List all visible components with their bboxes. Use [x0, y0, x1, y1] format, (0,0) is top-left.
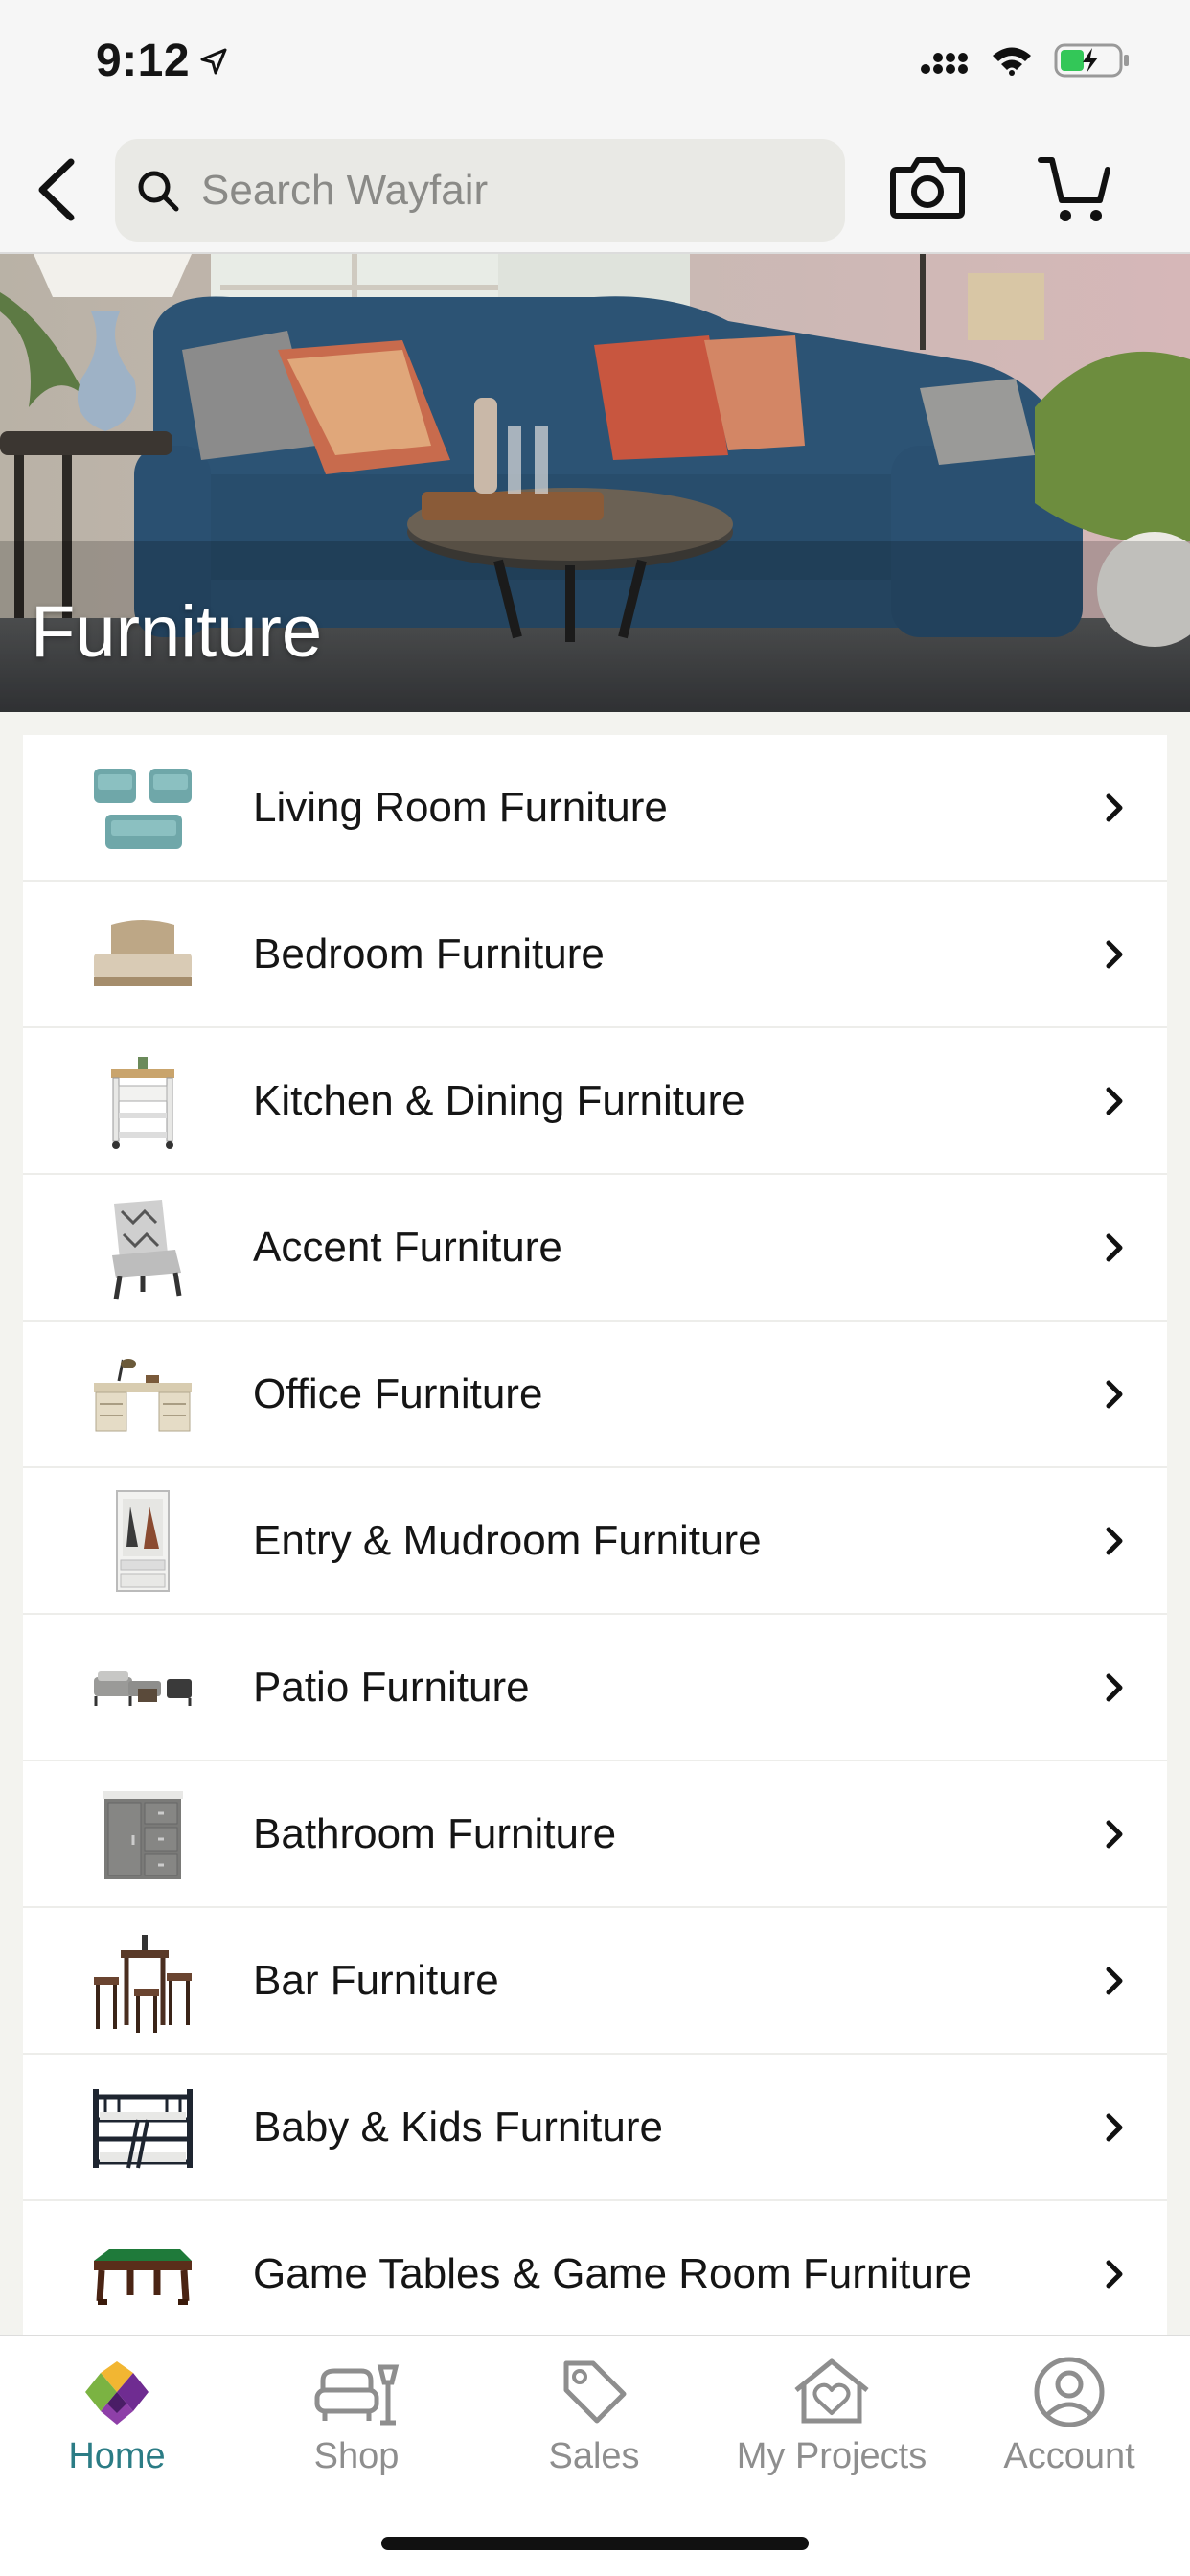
category-item-office[interactable]: Office Furniture	[23, 1322, 1167, 1468]
tab-label: Home	[68, 2436, 166, 2476]
chevron-right-icon	[1106, 1233, 1123, 1261]
chevron-right-icon	[1106, 2260, 1123, 2288]
status-icons	[920, 42, 1131, 79]
bed-icon	[90, 903, 195, 1008]
bunk-bed-icon	[90, 2076, 195, 2181]
category-item-game-room[interactable]: Game Tables & Game Room Furniture	[23, 2201, 1167, 2348]
category-label: Patio Furniture	[253, 1663, 530, 1711]
cart-icon	[1038, 157, 1110, 221]
desk-icon	[90, 1343, 195, 1448]
accent-chair-icon	[90, 1196, 195, 1301]
top-navigation: Search Wayfair	[0, 129, 1190, 254]
category-item-patio[interactable]: Patio Furniture	[23, 1615, 1167, 1761]
status-time-text: 9:12	[96, 35, 191, 86]
heart-house-icon	[794, 2358, 869, 2424]
category-item-entry-mudroom[interactable]: Entry & Mudroom Furniture	[23, 1468, 1167, 1615]
tab-label: Sales	[548, 2436, 640, 2476]
category-item-accent[interactable]: Accent Furniture	[23, 1175, 1167, 1322]
status-time: 9:12	[96, 34, 228, 87]
search-input[interactable]: Search Wayfair	[115, 139, 845, 242]
hall-tree-icon	[90, 1489, 195, 1595]
back-button[interactable]	[29, 156, 86, 223]
tab-sales[interactable]: Sales	[498, 2354, 690, 2477]
category-item-living-room[interactable]: Living Room Furniture	[23, 735, 1167, 882]
tag-icon	[563, 2360, 627, 2424]
tab-home[interactable]: Home	[21, 2354, 213, 2477]
search-placeholder: Search Wayfair	[201, 166, 489, 214]
category-item-kitchen-dining[interactable]: Kitchen & Dining Furniture	[23, 1028, 1167, 1175]
category-item-bathroom[interactable]: Bathroom Furniture	[23, 1761, 1167, 1908]
status-bar: 9:12	[0, 0, 1190, 129]
home-indicator[interactable]	[381, 2537, 809, 2550]
vanity-icon	[90, 1782, 195, 1888]
chevron-right-icon	[1106, 1966, 1123, 1994]
cart-button[interactable]	[1037, 152, 1113, 227]
back-arrow-icon	[38, 158, 75, 221]
chevron-right-icon	[1106, 940, 1123, 968]
pool-table-icon	[90, 2222, 195, 2328]
bar-set-icon	[90, 1929, 195, 2035]
category-label: Office Furniture	[253, 1369, 543, 1417]
tab-account[interactable]: Account	[973, 2354, 1165, 2477]
category-label: Game Tables & Game Room Furniture	[253, 2249, 972, 2297]
sofa-chairs-icon	[90, 756, 195, 862]
wayfair-logo-icon	[85, 2361, 149, 2425]
furniture-icon	[314, 2364, 400, 2426]
user-circle-icon	[1034, 2357, 1105, 2427]
hero-banner: Furniture	[0, 254, 1190, 712]
category-label: Baby & Kids Furniture	[253, 2103, 663, 2150]
category-label: Accent Furniture	[253, 1223, 562, 1271]
category-label: Entry & Mudroom Furniture	[253, 1516, 762, 1564]
category-item-bar[interactable]: Bar Furniture	[23, 1908, 1167, 2055]
chevron-right-icon	[1106, 794, 1123, 821]
tab-label: My Projects	[736, 2436, 927, 2476]
chevron-right-icon	[1106, 1087, 1123, 1115]
battery-icon	[1054, 43, 1129, 78]
tab-label: Account	[1003, 2436, 1135, 2476]
category-item-bedroom[interactable]: Bedroom Furniture	[23, 882, 1167, 1028]
chevron-right-icon	[1106, 1820, 1123, 1848]
category-label: Bathroom Furniture	[253, 1809, 617, 1857]
search-icon	[138, 171, 179, 211]
camera-icon	[890, 157, 965, 218]
patio-set-icon	[90, 1636, 195, 1741]
category-label: Living Room Furniture	[253, 783, 668, 831]
tab-label: Shop	[313, 2436, 400, 2476]
chevron-right-icon	[1106, 1673, 1123, 1701]
category-label: Bar Furniture	[253, 1956, 499, 2004]
camera-search-button[interactable]	[889, 154, 966, 219]
category-label: Kitchen & Dining Furniture	[253, 1076, 745, 1124]
category-list: Living Room Furniture Bedroom Furniture	[23, 735, 1167, 2348]
tab-my-projects[interactable]: My Projects	[736, 2354, 927, 2477]
page-title: Furniture	[31, 591, 323, 673]
chevron-right-icon	[1106, 1527, 1123, 1554]
location-arrow-icon	[200, 48, 227, 74]
wifi-icon	[993, 47, 1031, 76]
category-item-baby-kids[interactable]: Baby & Kids Furniture	[23, 2055, 1167, 2201]
chevron-right-icon	[1106, 1380, 1123, 1408]
chevron-right-icon	[1106, 2113, 1123, 2141]
tab-shop[interactable]: Shop	[261, 2354, 452, 2477]
kitchen-cart-icon	[90, 1049, 195, 1155]
cellular-signal-icon	[921, 53, 968, 74]
category-label: Bedroom Furniture	[253, 930, 605, 978]
